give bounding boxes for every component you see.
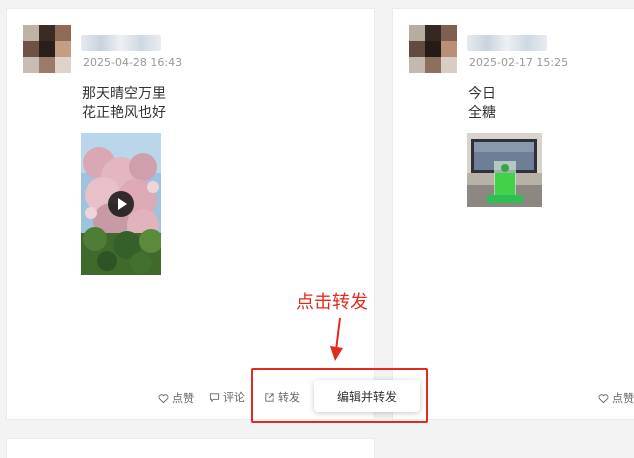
drink-photo[interactable] [467, 133, 542, 207]
username-blurred[interactable] [467, 35, 547, 51]
avatar[interactable] [409, 25, 457, 73]
annotation-label: 点击转发 [296, 292, 368, 313]
edit-and-forward-option[interactable]: 编辑并转发 [314, 380, 420, 412]
moment-card-1: 2025-04-28 16:43 那天晴空万里 花正艳风也好 点赞 评论 转发 [6, 8, 375, 420]
heart-icon [598, 393, 609, 403]
avatar[interactable] [23, 25, 71, 73]
moment-card-2: 2025-02-17 15:25 今日 全糖 点赞 [392, 8, 634, 420]
post-time: 2025-04-28 16:43 [83, 56, 183, 69]
post-text-line-1: 那天晴空万里 [82, 86, 166, 102]
like-label: 点赞 [612, 392, 634, 405]
comment-icon [209, 392, 220, 402]
post-text-line-2: 全糖 [468, 105, 496, 121]
play-icon[interactable] [108, 191, 134, 217]
heart-icon [158, 393, 169, 403]
post-time: 2025-02-17 15:25 [469, 56, 569, 69]
post-text-line-1: 今日 [468, 86, 496, 102]
comment-button[interactable]: 评论 [209, 389, 245, 405]
comment-label: 评论 [223, 391, 245, 404]
like-label: 点赞 [172, 392, 194, 405]
username-blurred[interactable] [81, 35, 161, 51]
video-thumbnail[interactable] [81, 133, 161, 275]
drink-image [467, 133, 542, 207]
annotation-arrow [330, 317, 343, 361]
moment-card-3 [6, 438, 375, 458]
like-button[interactable]: 点赞 [598, 390, 634, 406]
like-button[interactable]: 点赞 [158, 390, 194, 406]
post-text-line-2: 花正艳风也好 [82, 105, 166, 121]
